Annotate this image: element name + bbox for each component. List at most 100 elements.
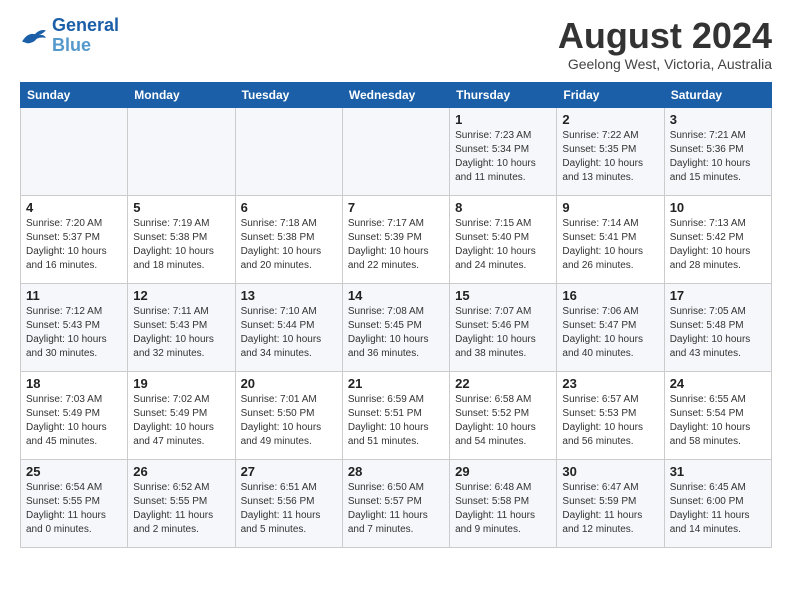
day-number: 20 — [241, 376, 337, 391]
day-info: Sunrise: 7:10 AM Sunset: 5:44 PM Dayligh… — [241, 305, 337, 361]
calendar-cell: 7 Sunrise: 7:17 AM Sunset: 5:39 PM Daylig… — [342, 195, 449, 283]
day-info: Sunrise: 7:01 AM Sunset: 5:50 PM Dayligh… — [241, 393, 337, 449]
logo: General Blue — [20, 16, 119, 56]
day-info: Sunrise: 7:21 AM Sunset: 5:36 PM Dayligh… — [670, 129, 766, 185]
day-number: 18 — [26, 376, 122, 391]
calendar-cell: 10 Sunrise: 7:13 AM Sunset: 5:42 PM Dayli… — [664, 195, 771, 283]
column-header-wednesday: Wednesday — [342, 82, 449, 107]
day-info: Sunrise: 7:02 AM Sunset: 5:49 PM Dayligh… — [133, 393, 229, 449]
day-number: 2 — [562, 112, 658, 127]
day-number: 24 — [670, 376, 766, 391]
day-number: 11 — [26, 288, 122, 303]
day-info: Sunrise: 6:47 AM Sunset: 5:59 PM Dayligh… — [562, 481, 658, 537]
calendar-header-row: SundayMondayTuesdayWednesdayThursdayFrid… — [21, 82, 772, 107]
day-info: Sunrise: 6:57 AM Sunset: 5:53 PM Dayligh… — [562, 393, 658, 449]
day-info: Sunrise: 7:23 AM Sunset: 5:34 PM Dayligh… — [455, 129, 551, 185]
calendar-cell: 9Sunrise: 7:14 AM Sunset: 5:41 PM Daylig… — [557, 195, 664, 283]
column-header-sunday: Sunday — [21, 82, 128, 107]
title-block: August 2024 Geelong West, Victoria, Aust… — [558, 16, 772, 72]
day-info: Sunrise: 7:19 AM Sunset: 5:38 PM Dayligh… — [133, 217, 229, 273]
location-subtitle: Geelong West, Victoria, Australia — [558, 56, 772, 72]
calendar-week-row: 11Sunrise: 7:12 AM Sunset: 5:43 PM Dayli… — [21, 283, 772, 371]
day-number: 8 — [455, 200, 551, 215]
day-number: 23 — [562, 376, 658, 391]
day-info: Sunrise: 7:08 AM Sunset: 5:45 PM Dayligh… — [348, 305, 444, 361]
calendar-cell: 13Sunrise: 7:10 AM Sunset: 5:44 PM Dayli… — [235, 283, 342, 371]
calendar-table: SundayMondayTuesdayWednesdayThursdayFrid… — [20, 82, 772, 548]
month-year-title: August 2024 — [558, 16, 772, 56]
column-header-friday: Friday — [557, 82, 664, 107]
day-info: Sunrise: 6:45 AM Sunset: 6:00 PM Dayligh… — [670, 481, 766, 537]
day-number: 5 — [133, 200, 229, 215]
calendar-cell: 14 Sunrise: 7:08 AM Sunset: 5:45 PM Dayli… — [342, 283, 449, 371]
day-number: 25 — [26, 464, 122, 479]
day-number: 26 — [133, 464, 229, 479]
day-info: Sunrise: 6:48 AM Sunset: 5:58 PM Dayligh… — [455, 481, 551, 537]
day-info: Sunrise: 7:13 AM Sunset: 5:42 PM Dayligh… — [670, 217, 766, 273]
calendar-cell: 19 Sunrise: 7:02 AM Sunset: 5:49 PM Dayli… — [128, 371, 235, 459]
day-info: Sunrise: 6:52 AM Sunset: 5:55 PM Dayligh… — [133, 481, 229, 537]
day-info: Sunrise: 6:54 AM Sunset: 5:55 PM Dayligh… — [26, 481, 122, 537]
calendar-cell: 4Sunrise: 7:20 AM Sunset: 5:37 PM Daylig… — [21, 195, 128, 283]
calendar-cell: 28Sunrise: 6:50 AM Sunset: 5:57 PM Dayli… — [342, 459, 449, 547]
calendar-week-row: 25 Sunrise: 6:54 AM Sunset: 5:55 PM Dayli… — [21, 459, 772, 547]
day-info: Sunrise: 7:17 AM Sunset: 5:39 PM Dayligh… — [348, 217, 444, 273]
calendar-cell: 3Sunrise: 7:21 AM Sunset: 5:36 PM Daylig… — [664, 107, 771, 195]
day-number: 21 — [348, 376, 444, 391]
day-info: Sunrise: 7:18 AM Sunset: 5:38 PM Dayligh… — [241, 217, 337, 273]
calendar-cell: 25 Sunrise: 6:54 AM Sunset: 5:55 PM Dayli… — [21, 459, 128, 547]
page-header: General Blue August 2024 Geelong West, V… — [20, 16, 772, 72]
day-info: Sunrise: 7:11 AM Sunset: 5:43 PM Dayligh… — [133, 305, 229, 361]
column-header-saturday: Saturday — [664, 82, 771, 107]
day-info: Sunrise: 7:07 AM Sunset: 5:46 PM Dayligh… — [455, 305, 551, 361]
day-info: Sunrise: 7:05 AM Sunset: 5:48 PM Dayligh… — [670, 305, 766, 361]
calendar-week-row: 18 Sunrise: 7:03 AM Sunset: 5:49 PM Dayli… — [21, 371, 772, 459]
day-number: 14 — [348, 288, 444, 303]
day-info: Sunrise: 7:03 AM Sunset: 5:49 PM Dayligh… — [26, 393, 122, 449]
day-number: 27 — [241, 464, 337, 479]
calendar-cell: 1 Sunrise: 7:23 AM Sunset: 5:34 PM Daylig… — [450, 107, 557, 195]
calendar-cell: 26 Sunrise: 6:52 AM Sunset: 5:55 PM Dayli… — [128, 459, 235, 547]
logo-bird-icon — [20, 25, 48, 47]
calendar-cell: 12Sunrise: 7:11 AM Sunset: 5:43 PM Dayli… — [128, 283, 235, 371]
logo-text: General Blue — [52, 16, 119, 56]
calendar-cell: 5 Sunrise: 7:19 AM Sunset: 5:38 PM Daylig… — [128, 195, 235, 283]
calendar-cell — [342, 107, 449, 195]
day-info: Sunrise: 6:58 AM Sunset: 5:52 PM Dayligh… — [455, 393, 551, 449]
column-header-thursday: Thursday — [450, 82, 557, 107]
day-number: 1 — [455, 112, 551, 127]
day-number: 31 — [670, 464, 766, 479]
calendar-cell — [235, 107, 342, 195]
day-info: Sunrise: 6:55 AM Sunset: 5:54 PM Dayligh… — [670, 393, 766, 449]
calendar-cell: 24 Sunrise: 6:55 AM Sunset: 5:54 PM Dayli… — [664, 371, 771, 459]
calendar-cell: 8Sunrise: 7:15 AM Sunset: 5:40 PM Daylig… — [450, 195, 557, 283]
column-header-tuesday: Tuesday — [235, 82, 342, 107]
calendar-cell: 22 Sunrise: 6:58 AM Sunset: 5:52 PM Dayli… — [450, 371, 557, 459]
day-info: Sunrise: 7:14 AM Sunset: 5:41 PM Dayligh… — [562, 217, 658, 273]
calendar-cell: 27 Sunrise: 6:51 AM Sunset: 5:56 PM Dayli… — [235, 459, 342, 547]
calendar-cell: 18 Sunrise: 7:03 AM Sunset: 5:49 PM Dayli… — [21, 371, 128, 459]
day-number: 7 — [348, 200, 444, 215]
calendar-cell: 15 Sunrise: 7:07 AM Sunset: 5:46 PM Dayli… — [450, 283, 557, 371]
calendar-cell: 6Sunrise: 7:18 AM Sunset: 5:38 PM Daylig… — [235, 195, 342, 283]
day-info: Sunrise: 7:06 AM Sunset: 5:47 PM Dayligh… — [562, 305, 658, 361]
day-number: 19 — [133, 376, 229, 391]
day-number: 30 — [562, 464, 658, 479]
calendar-cell — [128, 107, 235, 195]
day-number: 15 — [455, 288, 551, 303]
day-number: 22 — [455, 376, 551, 391]
day-info: Sunrise: 6:50 AM Sunset: 5:57 PM Dayligh… — [348, 481, 444, 537]
day-number: 10 — [670, 200, 766, 215]
day-info: Sunrise: 7:22 AM Sunset: 5:35 PM Dayligh… — [562, 129, 658, 185]
calendar-cell: 2 Sunrise: 7:22 AM Sunset: 5:35 PM Daylig… — [557, 107, 664, 195]
calendar-cell: 23 Sunrise: 6:57 AM Sunset: 5:53 PM Dayli… — [557, 371, 664, 459]
day-number: 16 — [562, 288, 658, 303]
column-header-monday: Monday — [128, 82, 235, 107]
day-number: 29 — [455, 464, 551, 479]
calendar-cell: 16 Sunrise: 7:06 AM Sunset: 5:47 PM Dayli… — [557, 283, 664, 371]
day-info: Sunrise: 6:51 AM Sunset: 5:56 PM Dayligh… — [241, 481, 337, 537]
day-number: 17 — [670, 288, 766, 303]
calendar-cell: 30 Sunrise: 6:47 AM Sunset: 5:59 PM Dayli… — [557, 459, 664, 547]
day-info: Sunrise: 7:20 AM Sunset: 5:37 PM Dayligh… — [26, 217, 122, 273]
calendar-week-row: 1 Sunrise: 7:23 AM Sunset: 5:34 PM Daylig… — [21, 107, 772, 195]
